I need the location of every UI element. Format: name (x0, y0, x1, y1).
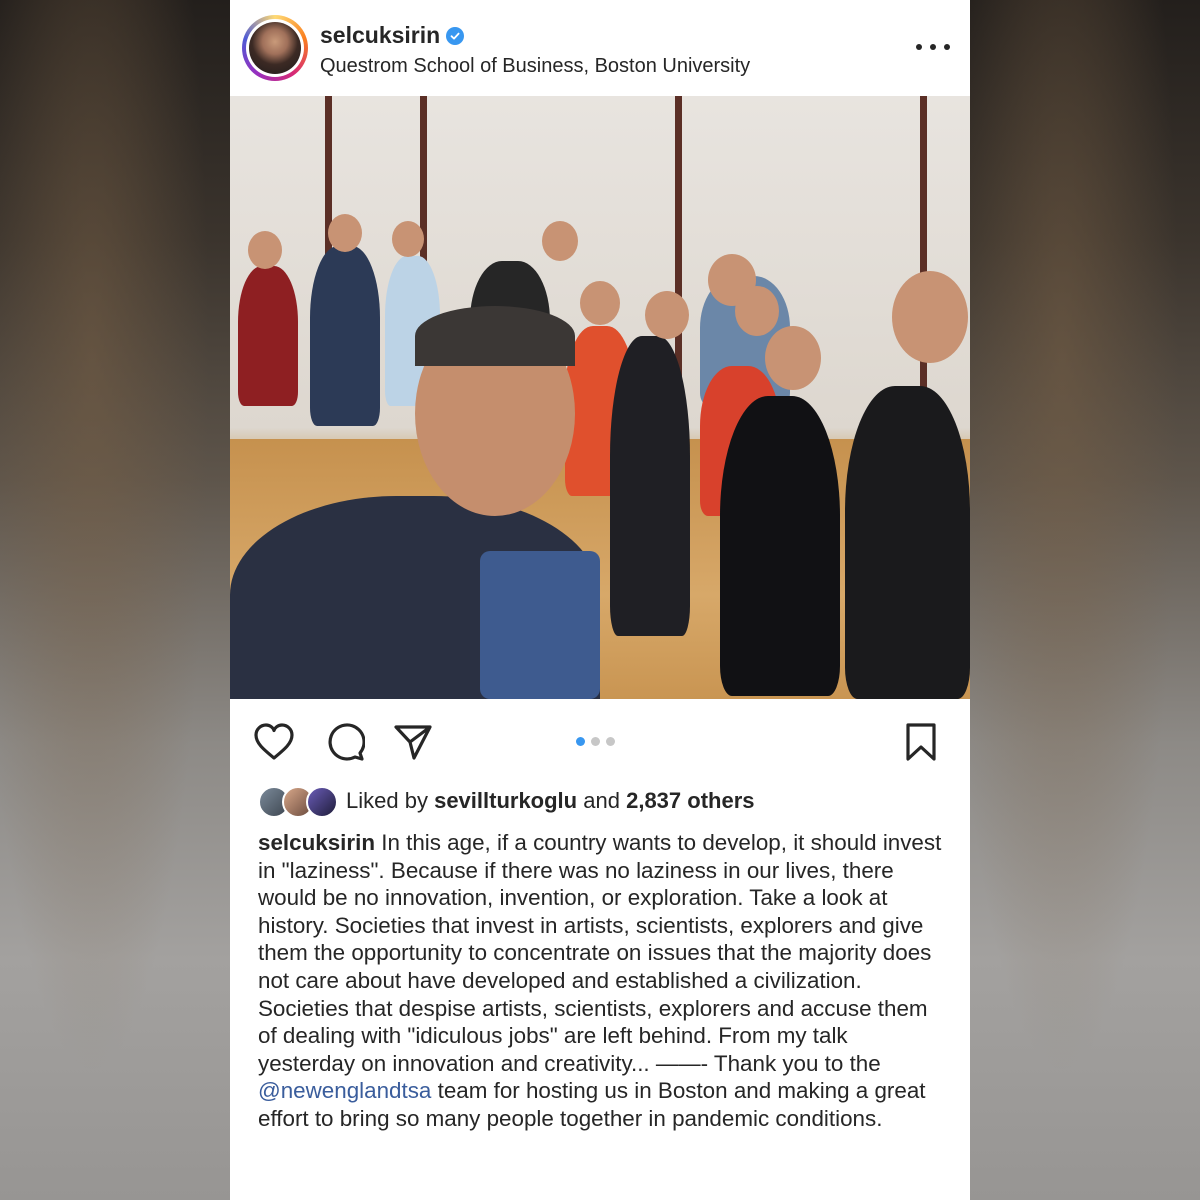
caption-text: In this age, if a country wants to devel… (258, 830, 942, 1076)
avatar-photo (249, 22, 301, 74)
carousel-dot (606, 737, 615, 746)
carousel-dot (591, 737, 600, 746)
liked-user-link[interactable]: sevillturkoglu (434, 788, 577, 814)
person (610, 336, 690, 636)
person (310, 246, 380, 426)
share-icon[interactable] (390, 719, 436, 765)
person-sweater (480, 551, 600, 699)
likes-and: and (583, 788, 620, 813)
person (238, 266, 298, 406)
heart-icon[interactable] (251, 719, 297, 765)
wall-panel-line (675, 96, 682, 396)
username-row: selcuksirin (320, 22, 465, 49)
likes-prefix: Liked by (346, 788, 428, 813)
more-dot (944, 44, 950, 50)
person-head (392, 221, 424, 257)
person-head (645, 291, 689, 339)
liker-avatars (258, 786, 338, 818)
caption-username[interactable]: selcuksirin (258, 830, 375, 855)
more-dot (916, 44, 922, 50)
comment-icon[interactable] (322, 719, 368, 765)
carousel-dot-active (576, 737, 585, 746)
more-icon[interactable] (916, 35, 950, 59)
likes-row: Liked by sevillturkoglu and 2,837 others (258, 783, 755, 819)
person (720, 396, 840, 696)
likes-others-link[interactable]: 2,837 others (626, 788, 754, 814)
carousel-indicator (576, 737, 615, 746)
avatar[interactable] (246, 19, 304, 77)
verified-icon (446, 26, 465, 45)
username[interactable]: selcuksirin (320, 22, 440, 49)
person-head (735, 286, 779, 336)
caption-mention-link[interactable]: @newenglandtsa (258, 1078, 431, 1103)
story-ring[interactable] (242, 15, 308, 81)
location-link[interactable]: Questrom School of Business, Boston Univ… (320, 55, 750, 78)
bookmark-icon[interactable] (898, 719, 944, 765)
post-photo[interactable] (230, 96, 970, 699)
background-blur-left (0, 0, 230, 1200)
person-hair (415, 306, 575, 366)
person (845, 386, 970, 699)
background-blur-right (970, 0, 1200, 1200)
person-head (892, 271, 968, 363)
liker-avatar[interactable] (306, 786, 338, 818)
person-head (580, 281, 620, 325)
post-header: selcuksirin Questrom School of Business,… (230, 0, 970, 95)
person-head (765, 326, 821, 390)
person-head (248, 231, 282, 269)
more-dot (930, 44, 936, 50)
instagram-post: selcuksirin Questrom School of Business,… (230, 0, 970, 1200)
person-head (542, 221, 578, 261)
person-head (328, 214, 362, 252)
action-bar (230, 705, 970, 777)
post-caption: selcuksirin In this age, if a country wa… (258, 829, 948, 1133)
